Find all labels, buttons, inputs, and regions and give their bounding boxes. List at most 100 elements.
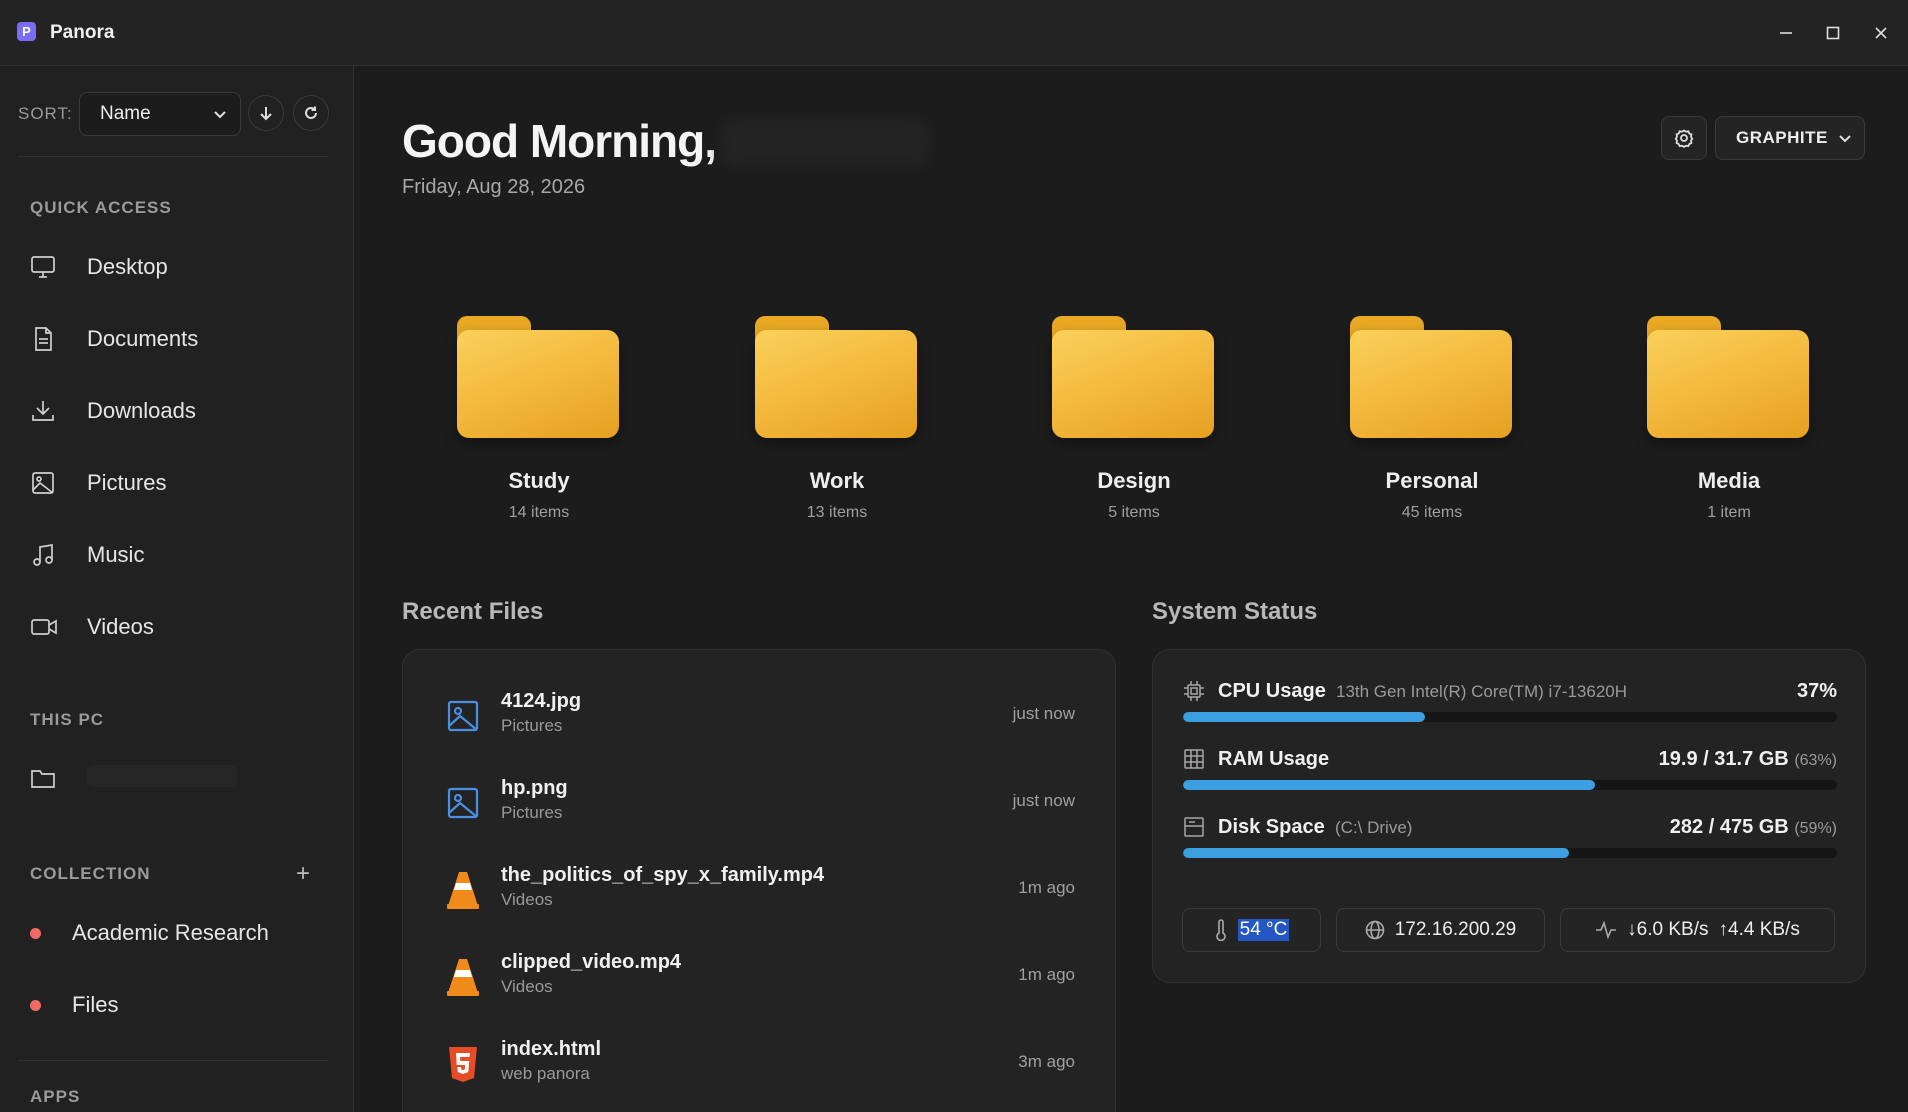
close-button[interactable] (1866, 18, 1896, 48)
file-time: 3m ago (1018, 1052, 1075, 1071)
cpu-model: 13th Gen Intel(R) Core(TM) i7-13620H (1336, 682, 1628, 701)
recent-file-row[interactable]: the_politics_of_spy_x_family.mp4 Videos … (445, 864, 1075, 922)
maximize-button[interactable] (1818, 18, 1848, 48)
ram-percent: (63%) (1794, 752, 1837, 769)
file-name: hp.png (501, 777, 568, 799)
sidebar-item-label: Music (87, 542, 145, 567)
disk-progress-fill (1183, 848, 1569, 858)
drive-label-redacted (87, 765, 237, 787)
disk-space: Disk Space (C:\ Drive) 282 / 475 GB (59%… (1183, 816, 1837, 860)
sidebar-item-desktop[interactable]: Desktop (30, 247, 330, 287)
folder-icon (755, 312, 919, 438)
theme-value: GRAPHITE (1736, 128, 1828, 147)
refresh-button[interactable] (293, 95, 329, 131)
theme-select[interactable]: GRAPHITE (1715, 116, 1865, 160)
folder-personal[interactable]: Personal 45 items (1332, 312, 1532, 522)
app-logo-icon: P (17, 22, 36, 41)
user-name-redacted (720, 118, 930, 168)
disk-progress-bar (1183, 848, 1837, 858)
ram-usage: RAM Usage 19.9 / 31.7 GB (63%) (1183, 748, 1837, 792)
sidebar-item-pictures[interactable]: Pictures (30, 463, 330, 503)
globe-icon (1365, 920, 1385, 940)
cpu-icon (1183, 680, 1205, 707)
ram-progress-bar (1183, 780, 1837, 790)
sidebar-divider (18, 1060, 328, 1061)
folder-name: Personal (1385, 468, 1479, 493)
sort-select[interactable]: Name (79, 92, 241, 136)
sort-direction-button[interactable] (248, 95, 284, 131)
sort-value: Name (100, 103, 151, 124)
temperature-value: 54 °C (1237, 919, 1290, 941)
image-file-icon (445, 696, 481, 736)
sort-label: SORT: (18, 104, 73, 123)
recent-file-row[interactable]: 4124.jpg Pictures just now (445, 690, 1075, 748)
folder-work[interactable]: Work 13 items (737, 312, 937, 522)
file-time: 1m ago (1018, 878, 1075, 897)
recent-file-row[interactable]: hp.png Pictures just now (445, 777, 1075, 835)
network-chip: ↓6.0 KB/s ↑4.4 KB/s (1560, 908, 1835, 952)
activity-icon (1596, 920, 1617, 940)
folder-name: Media (1697, 468, 1761, 493)
temperature-chip: 54 °C (1182, 908, 1321, 952)
folder-icon (1647, 312, 1811, 438)
cpu-usage: CPU Usage 13th Gen Intel(R) Core(TM) i7-… (1183, 680, 1837, 724)
collection-color-dot (30, 927, 41, 939)
recent-file-row[interactable]: clipped_video.mp4 Videos 1m ago (445, 951, 1075, 1009)
folder-count: 13 items (806, 504, 868, 521)
file-name: index.html (501, 1038, 602, 1060)
minimize-button[interactable] (1771, 18, 1801, 48)
collection-item-files[interactable]: Files (30, 985, 330, 1025)
folder-media[interactable]: Media 1 item (1629, 312, 1829, 522)
disk-percent: (59%) (1794, 820, 1837, 837)
sidebar-item-documents[interactable]: Documents (30, 319, 330, 359)
collection-title: COLLECTION (30, 864, 151, 883)
document-icon (35, 327, 52, 351)
music-icon (33, 543, 53, 566)
sidebar-item-downloads[interactable]: Downloads (30, 391, 330, 431)
collection-item-academic-research[interactable]: Academic Research (30, 913, 330, 953)
cpu-progress-bar (1183, 712, 1837, 722)
file-location: web panora (501, 1064, 590, 1083)
vlc-cone-icon (445, 870, 481, 910)
ram-label: RAM Usage (1218, 748, 1330, 770)
html5-icon (445, 1044, 481, 1084)
chevron-down-icon (1839, 135, 1851, 143)
maximize-icon (1826, 26, 1840, 40)
folder-count: 1 item (1707, 504, 1751, 521)
system-status-title: System Status (1152, 598, 1318, 625)
close-icon (1875, 27, 1887, 39)
memory-icon (1183, 748, 1205, 775)
sidebar-item-label: Downloads (87, 398, 196, 423)
app-title: Panora (50, 22, 115, 43)
file-time: 1m ago (1018, 965, 1075, 984)
folder-name: Work (809, 468, 865, 493)
add-collection-button[interactable]: + (296, 860, 310, 888)
sidebar-item-label: Desktop (87, 254, 168, 279)
sidebar-item-videos[interactable]: Videos (30, 607, 330, 647)
image-file-icon (445, 783, 481, 823)
file-name: clipped_video.mp4 (501, 951, 682, 973)
folder-design[interactable]: Design 5 items (1034, 312, 1234, 522)
sidebar-item-label: Videos (87, 614, 154, 639)
video-icon (31, 619, 57, 635)
folder-study[interactable]: Study 14 items (439, 312, 639, 522)
sidebar (0, 66, 354, 1112)
file-location: Videos (501, 890, 553, 909)
disk-value: 282 / 475 GB (59%) (1670, 816, 1837, 839)
recent-file-row[interactable]: index.html web panora 3m ago (445, 1038, 1075, 1096)
file-location: Videos (501, 977, 553, 996)
arrow-down-icon (260, 107, 272, 121)
ram-progress-fill (1183, 780, 1596, 790)
settings-button[interactable] (1661, 116, 1707, 160)
folder-count: 45 items (1401, 504, 1463, 521)
minimize-icon (1780, 32, 1792, 34)
folder-name: Study (508, 468, 570, 493)
sidebar-divider (18, 156, 328, 157)
gear-icon (1674, 129, 1694, 148)
ip-chip: 172.16.200.29 (1336, 908, 1545, 952)
folder-icon (1350, 312, 1514, 438)
disk-drive: (C:\ Drive) (1335, 818, 1413, 837)
file-name: 4124.jpg (501, 690, 582, 712)
chevron-down-icon (214, 111, 226, 119)
sidebar-item-music[interactable]: Music (30, 535, 330, 575)
